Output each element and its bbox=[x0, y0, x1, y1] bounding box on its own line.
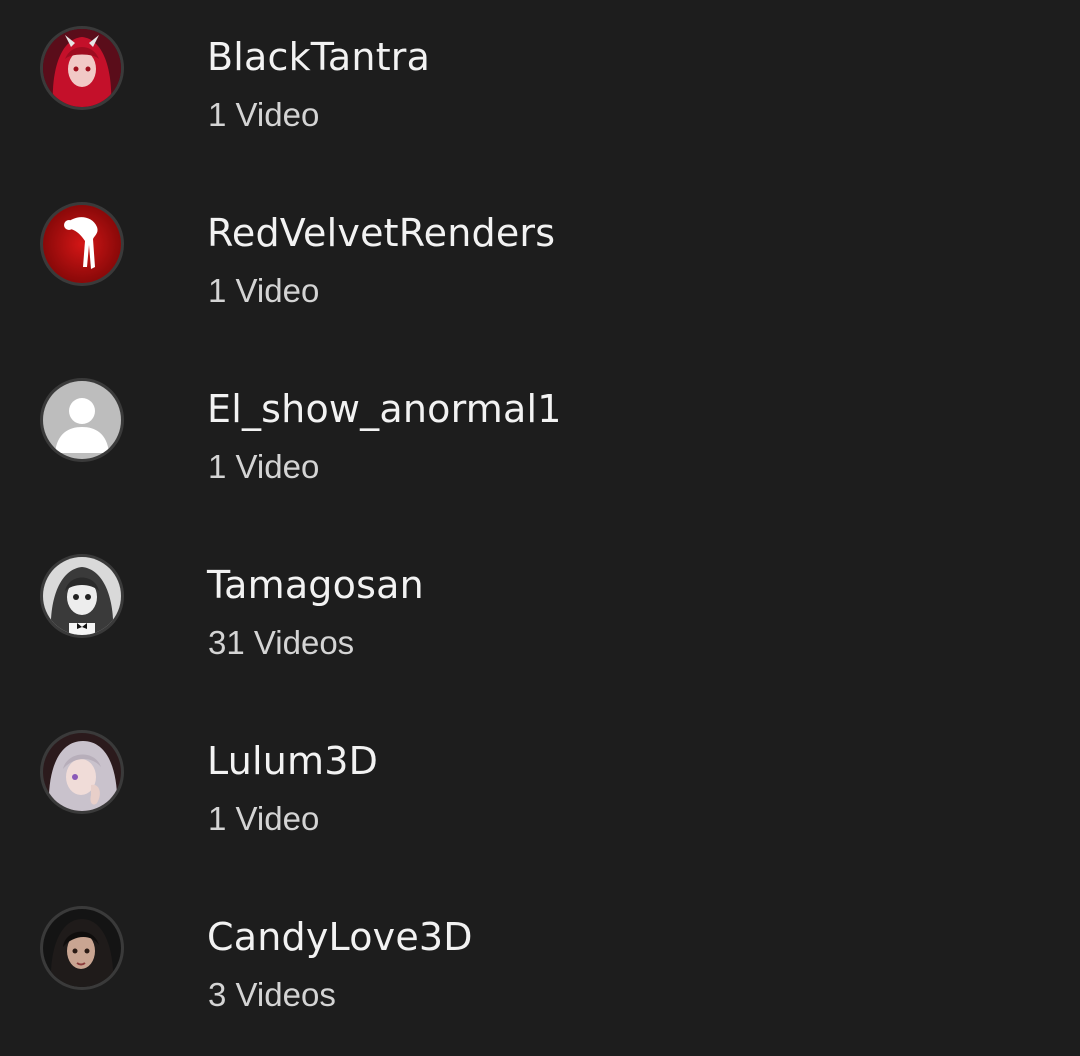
video-count: 1 Video bbox=[208, 96, 320, 133]
channel-name[interactable]: El_show_anormal1 bbox=[207, 387, 562, 431]
channel-name[interactable]: RedVelvetRenders bbox=[207, 211, 555, 255]
video-count: 1 Video bbox=[208, 272, 320, 309]
dark-hair-character-avatar-icon[interactable] bbox=[40, 906, 124, 990]
white-hair-character-avatar-icon[interactable] bbox=[40, 730, 124, 814]
video-count: 1 Video bbox=[208, 800, 320, 837]
anime-girl-red-hair-avatar-icon[interactable] bbox=[40, 26, 124, 110]
channel-name[interactable]: BlackTantra bbox=[207, 35, 430, 79]
red-silhouette-avatar-icon[interactable] bbox=[40, 202, 124, 286]
channel-name[interactable]: Lulum3D bbox=[207, 739, 378, 783]
channel-row-tamagosan[interactable]: Tamagosan 31 Videos bbox=[0, 528, 1080, 704]
video-count: 3 Videos bbox=[208, 976, 336, 1013]
channel-row-candylove3d[interactable]: CandyLove3D 3 Videos bbox=[0, 880, 1080, 1056]
channel-row-blacktantra[interactable]: BlackTantra 1 Video bbox=[0, 0, 1080, 176]
channel-row-el-show-anormal1[interactable]: El_show_anormal1 1 Video bbox=[0, 352, 1080, 528]
channel-name[interactable]: Tamagosan bbox=[207, 563, 424, 607]
video-count: 1 Video bbox=[208, 448, 320, 485]
channel-row-lulum3d[interactable]: Lulum3D 1 Video bbox=[0, 704, 1080, 880]
grayscale-character-avatar-icon[interactable] bbox=[40, 554, 124, 638]
channel-row-redvelvetrenders[interactable]: RedVelvetRenders 1 Video bbox=[0, 176, 1080, 352]
video-count: 31 Videos bbox=[208, 624, 355, 661]
channel-list: BlackTantra 1 Video RedVelvetRenders 1 V… bbox=[0, 0, 1080, 1051]
channel-name[interactable]: CandyLove3D bbox=[207, 915, 473, 959]
default-user-avatar-icon[interactable] bbox=[40, 378, 124, 462]
